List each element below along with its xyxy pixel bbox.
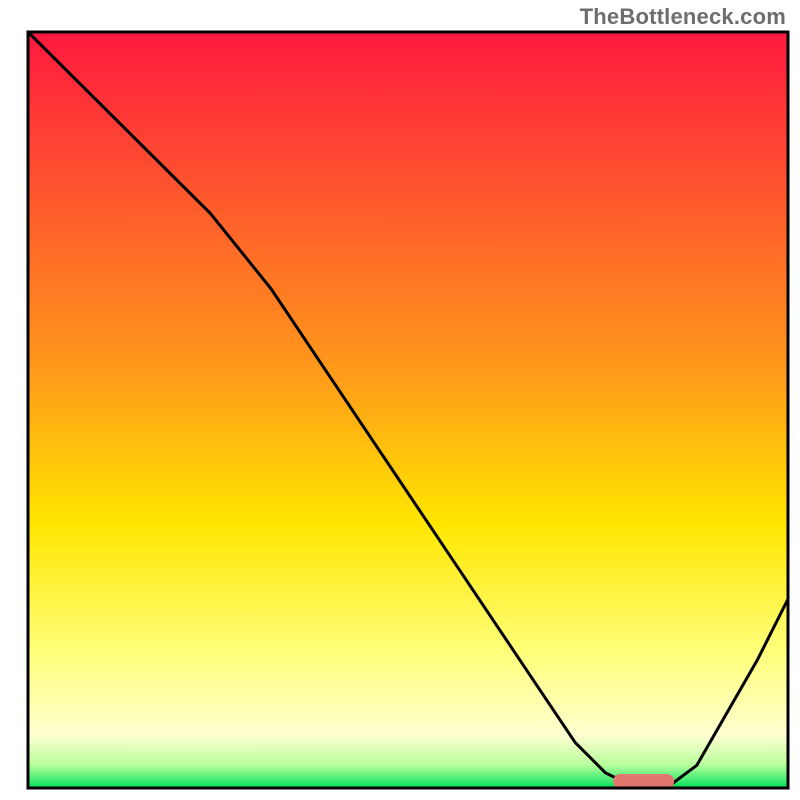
bottleneck-chart — [0, 0, 800, 800]
plot-area — [28, 32, 788, 789]
chart-stage: TheBottleneck.com — [0, 0, 800, 800]
watermark-text: TheBottleneck.com — [580, 4, 786, 30]
